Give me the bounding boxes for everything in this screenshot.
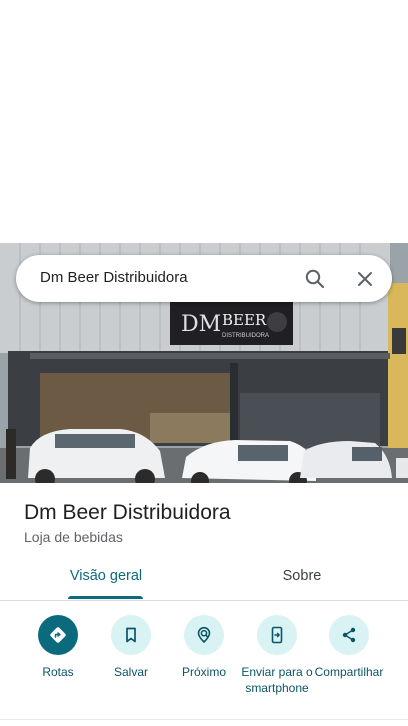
place-title: Dm Beer Distribuidora [24,501,231,524]
directions-label: Rotas [42,665,74,679]
svg-text:BEER: BEER [222,311,267,329]
send-to-phone-button[interactable]: Enviar para o smartphone [240,612,314,696]
tab-bar: Visão geral Sobre [0,555,408,601]
nearby-icon [184,615,224,655]
search-bar[interactable]: Dm Beer Distribuidora [16,255,392,302]
divider [0,719,408,720]
search-input[interactable]: Dm Beer Distribuidora [40,269,188,286]
tab-about[interactable]: Sobre [200,555,404,599]
place-category[interactable]: Loja de bebidas [24,529,123,545]
search-icon[interactable] [303,267,327,291]
directions-icon [38,615,78,655]
share-label: Compartilhar [314,665,384,679]
bookmark-icon [111,615,151,655]
share-icon [329,615,369,655]
send-to-phone-icon [257,615,297,655]
nearby-label: Próximo [181,665,226,679]
directions-button[interactable]: Rotas [21,612,95,680]
map-area-blank [0,0,408,243]
svg-text:DISTRIBUIDORA: DISTRIBUIDORA [222,333,269,339]
svg-text:DM: DM [181,312,221,337]
nearby-button[interactable]: Próximo [167,612,241,680]
share-button[interactable]: Compartilhar [312,612,386,680]
active-tab-indicator [68,596,143,599]
close-icon[interactable] [353,267,377,291]
save-button[interactable]: Salvar [94,612,168,680]
send-to-phone-label: Enviar para o smartphone [241,665,313,695]
save-label: Salvar [113,665,148,679]
tab-overview[interactable]: Visão geral [4,555,208,599]
action-bar: Rotas Salvar Próximo Enviar para o smart… [0,612,408,712]
